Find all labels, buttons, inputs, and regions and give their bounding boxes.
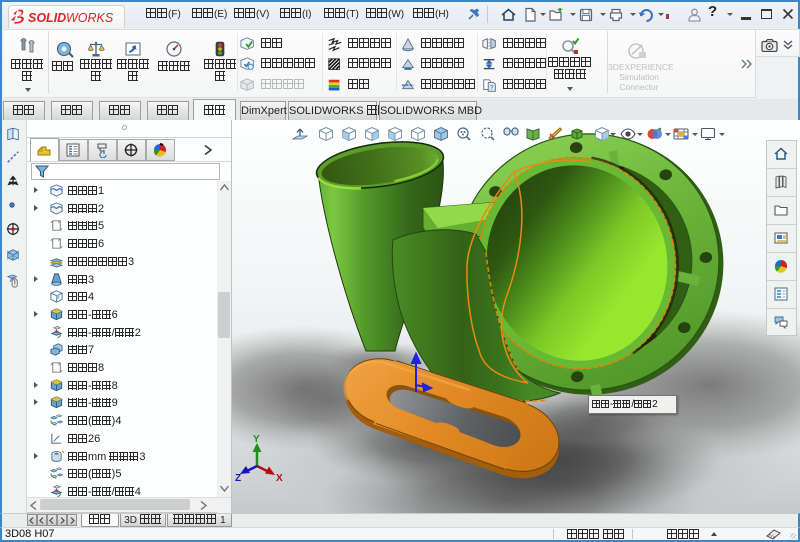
- svg-text:WORKS: WORKS: [66, 11, 114, 25]
- svg-text:SOLID: SOLID: [28, 11, 66, 25]
- svg-text:?: ?: [490, 85, 494, 92]
- svg-text:Y: Y: [253, 434, 260, 445]
- svg-text:Z: Z: [235, 473, 241, 484]
- svg-text:X: X: [276, 473, 283, 484]
